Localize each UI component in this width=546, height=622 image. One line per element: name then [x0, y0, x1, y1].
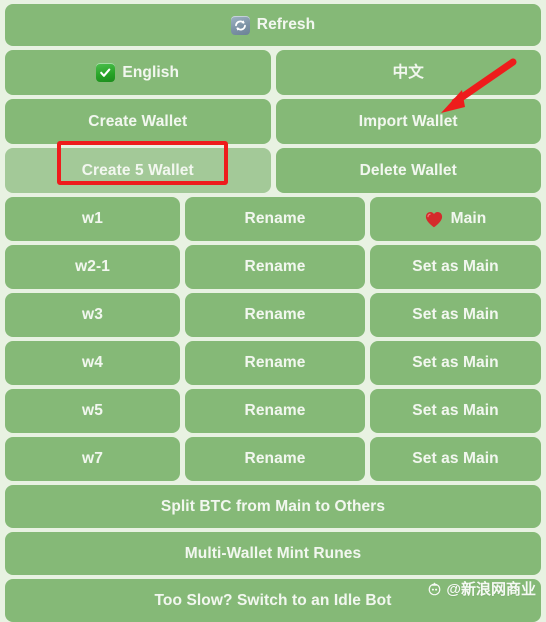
wallet-rename-label: Rename [244, 210, 306, 228]
wallet-row: w5 Rename Set as Main [5, 389, 541, 433]
wallet-main-indicator[interactable]: Main [370, 197, 541, 241]
wallet-main-label: Set as Main [412, 258, 499, 276]
wallet-row: w7 Rename Set as Main [5, 437, 541, 481]
wallet-row: w2-1 Rename Set as Main [5, 245, 541, 289]
create-wallet-label: Create Wallet [88, 112, 188, 130]
green-check-icon [96, 63, 116, 82]
split-btc-row: Split BTC from Main to Others [5, 485, 541, 528]
wallet-name-button[interactable]: w5 [5, 389, 180, 433]
wallet-name-button[interactable]: w1 [5, 197, 180, 241]
language-chinese-button[interactable]: 中文 [275, 50, 541, 95]
wallet-row: w4 Rename Set as Main [5, 341, 541, 385]
split-btc-button[interactable]: Split BTC from Main to Others [5, 485, 541, 528]
import-wallet-button[interactable]: Import Wallet [275, 99, 541, 144]
wallet-set-as-main-button[interactable]: Set as Main [370, 293, 541, 337]
wallet-rename-label: Rename [244, 402, 306, 420]
wallet-name-button[interactable]: w3 [5, 293, 180, 337]
wallet-name-button[interactable]: w7 [5, 437, 180, 481]
wallet-rename-button[interactable]: Rename [185, 389, 365, 433]
wallet-name-label: w2-1 [75, 258, 110, 276]
wallet-rename-label: Rename [244, 306, 306, 324]
mint-runes-row: Multi-Wallet Mint Runes [5, 532, 541, 575]
wallet-rename-button[interactable]: Rename [185, 437, 365, 481]
split-btc-label: Split BTC from Main to Others [160, 497, 386, 515]
idle-bot-button[interactable]: Too Slow? Switch to an Idle Bot [5, 579, 541, 622]
wallet-main-label: Set as Main [412, 354, 499, 372]
wallet-main-label: Set as Main [412, 450, 499, 468]
wallet-row: w1 Rename Main [5, 197, 541, 241]
wallet-name-label: w7 [82, 450, 103, 468]
delete-wallet-label: Delete Wallet [359, 161, 457, 179]
wallet-set-as-main-button[interactable]: Set as Main [370, 389, 541, 433]
wallet-bot-panel: Refresh English 中文 Create Wallet Import … [0, 0, 546, 622]
wallet-name-label: w1 [82, 210, 103, 228]
wallet-rename-button[interactable]: Rename [185, 341, 365, 385]
wallet-rename-label: Rename [244, 258, 306, 276]
wallet-rename-label: Rename [244, 354, 306, 372]
wallet-name-button[interactable]: w2-1 [5, 245, 180, 289]
wallet-list: w1 Rename Main w2-1 Rename Set as Main w3 Renam… [5, 197, 541, 481]
wallet-main-label: Set as Main [412, 306, 499, 324]
wallet-name-label: w5 [82, 402, 103, 420]
wallet-name-label: w3 [82, 306, 103, 324]
idle-bot-row: Too Slow? Switch to an Idle Bot [5, 579, 541, 622]
wallet-rename-button[interactable]: Rename [185, 197, 365, 241]
wallet-set-as-main-button[interactable]: Set as Main [370, 437, 541, 481]
refresh-icon [230, 15, 250, 35]
delete-wallet-button[interactable]: Delete Wallet [275, 148, 541, 193]
wallet-name-label: w4 [82, 354, 103, 372]
wallet-row: w3 Rename Set as Main [5, 293, 541, 337]
language-row: English 中文 [5, 50, 541, 95]
language-english-label: English [122, 63, 180, 81]
wallet-rename-button[interactable]: Rename [185, 293, 365, 337]
wallet-rename-label: Rename [244, 450, 306, 468]
create-5-wallet-label: Create 5 Wallet [81, 161, 194, 179]
wallet-set-as-main-button[interactable]: Set as Main [370, 341, 541, 385]
create-5-wallet-button[interactable]: Create 5 Wallet [5, 148, 271, 193]
multi-wallet-mint-runes-button[interactable]: Multi-Wallet Mint Runes [5, 532, 541, 575]
create-wallet-button[interactable]: Create Wallet [5, 99, 271, 144]
wallet-main-label: Set as Main [412, 402, 499, 420]
mint-runes-label: Multi-Wallet Mint Runes [184, 544, 362, 562]
heart-icon [425, 210, 444, 228]
idle-bot-label: Too Slow? Switch to an Idle Bot [154, 591, 392, 609]
import-wallet-label: Import Wallet [358, 112, 458, 130]
create5-delete-row: Create 5 Wallet Delete Wallet [5, 148, 541, 193]
refresh-label: Refresh [256, 16, 316, 34]
language-english-button[interactable]: English [5, 50, 271, 95]
wallet-rename-button[interactable]: Rename [185, 245, 365, 289]
wallet-name-button[interactable]: w4 [5, 341, 180, 385]
create-import-row: Create Wallet Import Wallet [5, 99, 541, 144]
wallet-main-label: Main [450, 210, 487, 228]
refresh-row: Refresh [5, 4, 541, 46]
wallet-set-as-main-button[interactable]: Set as Main [370, 245, 541, 289]
refresh-button[interactable]: Refresh [5, 4, 541, 46]
language-chinese-label: 中文 [392, 63, 424, 81]
